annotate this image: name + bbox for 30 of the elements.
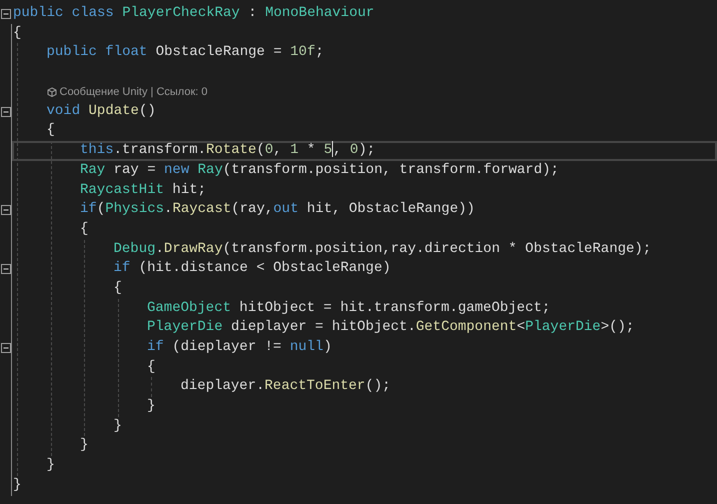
code-line: dieplayer.ReactToEnter();	[180, 377, 391, 396]
code-line: {	[147, 358, 156, 377]
collapse-icon[interactable]	[1, 106, 11, 117]
cube-icon	[46, 87, 56, 98]
code-line: this.transform.Rotate(0, 1 * 5, 0);	[80, 141, 376, 160]
code-line: Ray ray = new Ray(transform.position, transform.forward);	[80, 160, 559, 180]
code-line: void Update()	[46, 102, 156, 121]
code-line: {	[46, 121, 55, 140]
code-line: }	[114, 416, 122, 436]
code-line: Debug.DrawRay(transform.position,ray.direction * ObstacleRange);	[114, 240, 652, 259]
code-line: }	[147, 397, 156, 416]
code-line: {	[80, 220, 88, 239]
code-line: public float ObstacleRange = 10f;	[46, 43, 324, 62]
code-line: }	[46, 456, 55, 476]
code-line: {	[13, 24, 22, 43]
code-line: {	[114, 278, 122, 298]
code-line: PlayerDie dieplayer = hitObject.GetComponent<PlayerDie>();	[147, 318, 634, 338]
code-line: if(Physics.Raycast(ray,out hit, ObstacleRange))	[80, 200, 475, 220]
code-line: GameObject hitObject = hit.transform.gameObject;	[147, 298, 550, 318]
code-line: if (hit.distance < ObstacleRange)	[114, 259, 391, 278]
collapse-icon[interactable]	[1, 205, 11, 216]
code-line: }	[13, 476, 22, 495]
code-line: }	[80, 436, 88, 456]
code-line: RaycastHit hit;	[80, 180, 206, 200]
codelens-text[interactable]: Сообщение Unity | Ссылок: 0	[60, 84, 208, 100]
collapse-icon[interactable]	[1, 8, 11, 19]
code-line: public class PlayerCheckRay : MonoBehaviour	[13, 4, 374, 23]
code-line: if (dieplayer != null)	[147, 338, 332, 357]
collapse-icon[interactable]	[1, 264, 11, 274]
collapse-icon[interactable]	[1, 342, 11, 353]
